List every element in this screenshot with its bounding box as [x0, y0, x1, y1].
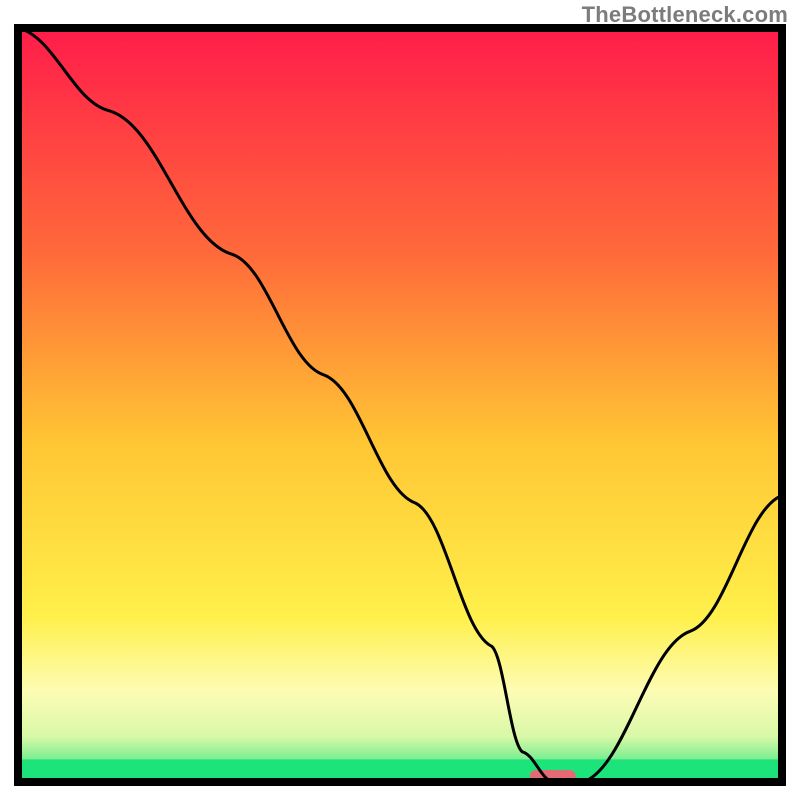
chart-stage: TheBottleneck.com	[0, 0, 800, 800]
gradient-background	[18, 28, 782, 782]
plot-area	[18, 28, 782, 784]
bottleneck-chart	[0, 0, 800, 800]
watermark-text: TheBottleneck.com	[582, 2, 788, 28]
